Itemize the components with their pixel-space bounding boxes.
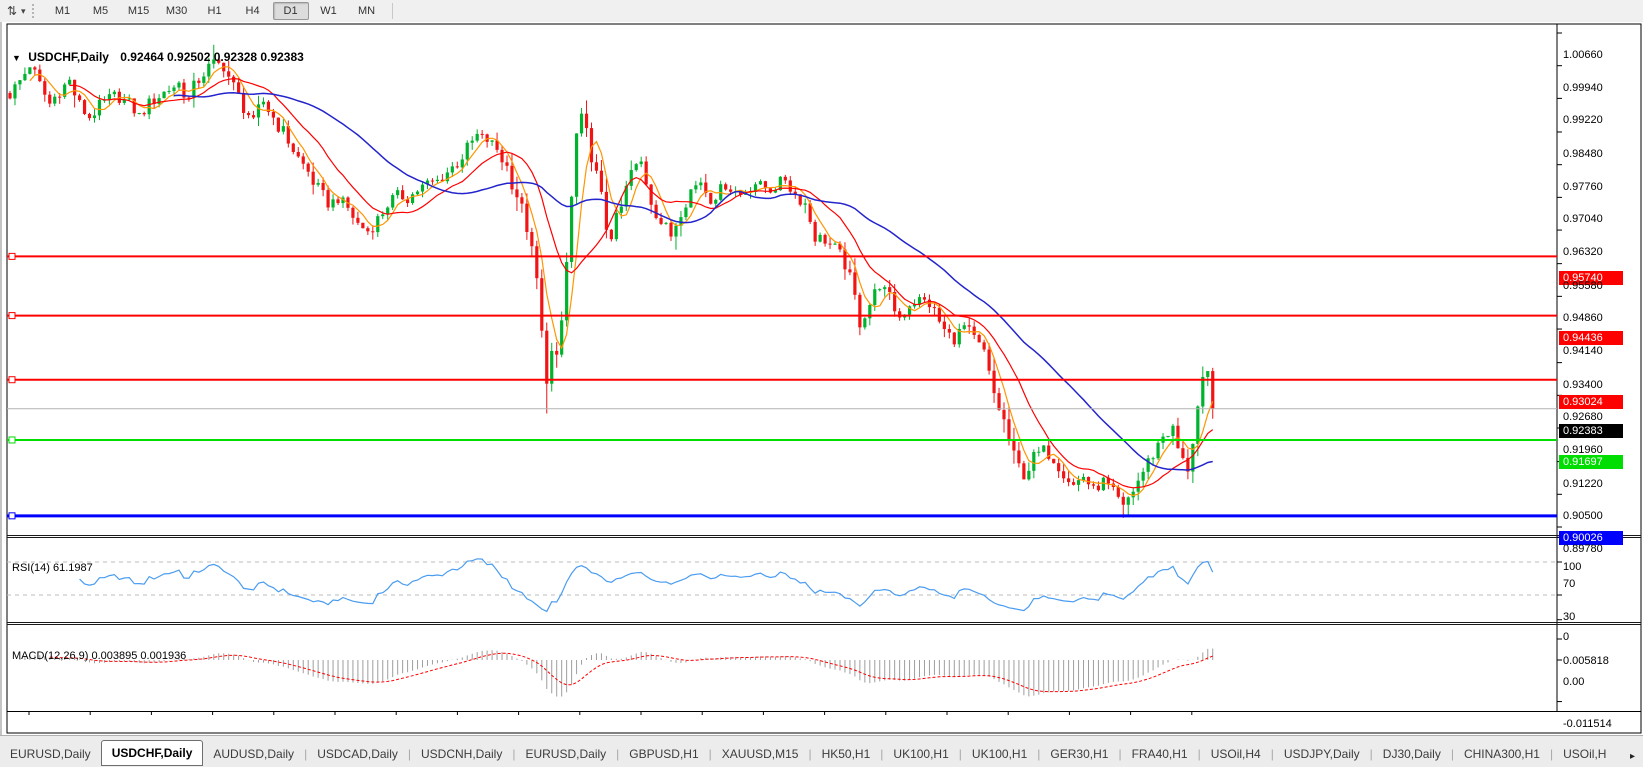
- hline-handle-0.95740[interactable]: [9, 253, 15, 259]
- chevron-down-icon[interactable]: ▾: [21, 6, 26, 17]
- chart-tab-XAUUSD-M15[interactable]: XAUUSD,M15: [712, 743, 809, 765]
- chart-tab-CHINA300-H1[interactable]: CHINA300,H1: [1454, 743, 1550, 765]
- chart-mode-icon[interactable]: ⇅: [3, 2, 21, 20]
- chart-tab-UK100-H1[interactable]: UK100,H1: [883, 743, 958, 765]
- hline-handle-0.90026[interactable]: [9, 513, 15, 519]
- chart-tab-AUDUSD-Daily[interactable]: AUDUSD,Daily: [203, 743, 304, 765]
- toolbar-separator: [392, 3, 393, 19]
- chart-tab-USOil-H[interactable]: USOil,H: [1553, 743, 1616, 765]
- timeframe-button-M15[interactable]: M15: [121, 2, 157, 20]
- timeframe-button-H1[interactable]: H1: [197, 2, 233, 20]
- timeframe-button-MN[interactable]: MN: [349, 2, 385, 20]
- toolbar-grip[interactable]: [32, 4, 38, 18]
- chart-tab-UK100-H1[interactable]: UK100,H1: [962, 743, 1037, 765]
- chart-tab-USDCNH-Daily[interactable]: USDCNH,Daily: [411, 743, 512, 765]
- timeframe-button-M1[interactable]: M1: [45, 2, 81, 20]
- chart-tab-DJ30-Daily[interactable]: DJ30,Daily: [1373, 743, 1451, 765]
- chart-tab-USDJPY-Daily[interactable]: USDJPY,Daily: [1274, 743, 1370, 765]
- chart-tab-GER30-H1[interactable]: GER30,H1: [1040, 743, 1118, 765]
- timeframe-buttons: M1M5M15M30H1H4D1W1MN: [44, 2, 386, 20]
- timeframe-button-H4[interactable]: H4: [235, 2, 271, 20]
- mt4-window: ⇅ ▾ M1M5M15M30H1H4D1W1MN ▼ USDCHF,Daily …: [0, 0, 1643, 767]
- timeframe-button-M30[interactable]: M30: [159, 2, 195, 20]
- chart-tab-USDCHF-Daily[interactable]: USDCHF,Daily: [101, 740, 204, 766]
- hline-handle-0.93024[interactable]: [9, 377, 15, 383]
- chart-tab-USDCAD-Daily[interactable]: USDCAD,Daily: [307, 743, 408, 765]
- chart-tab-GBPUSD-H1[interactable]: GBPUSD,H1: [619, 743, 708, 765]
- hline-handle-0.91697[interactable]: [9, 437, 15, 443]
- chart-window: ▼ USDCHF,Daily 0.92464 0.92502 0.92328 0…: [0, 22, 1643, 735]
- chart-tab-bar: EURUSD,DailyUSDCHF,DailyAUDUSD,Daily|USD…: [0, 735, 1643, 767]
- timeframe-button-D1[interactable]: D1: [273, 2, 309, 20]
- chart-tab-EURUSD-Daily[interactable]: EURUSD,Daily: [0, 743, 101, 765]
- chart-tab-USOil-H4[interactable]: USOil,H4: [1201, 743, 1271, 765]
- chart-tab-EURUSD-Daily[interactable]: EURUSD,Daily: [515, 743, 616, 765]
- tab-scroll-right-icon[interactable]: ▸: [1630, 751, 1635, 762]
- chart-tab-HK50-H1[interactable]: HK50,H1: [812, 743, 881, 765]
- chart-canvas[interactable]: [0, 22, 1643, 735]
- hline-handle-0.94436[interactable]: [9, 313, 15, 319]
- timeframe-button-M5[interactable]: M5: [83, 2, 119, 20]
- timeframe-button-W1[interactable]: W1: [311, 2, 347, 20]
- chart-tab-FRA40-H1[interactable]: FRA40,H1: [1122, 743, 1198, 765]
- top-toolbar: ⇅ ▾ M1M5M15M30H1H4D1W1MN: [0, 0, 1643, 23]
